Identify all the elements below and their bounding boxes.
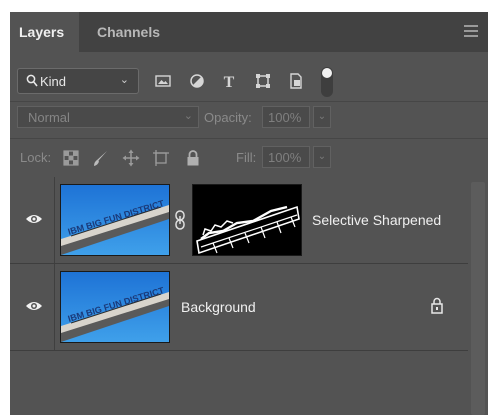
- layer-row[interactable]: IBM BIG FUN DISTRICT Background: [10, 264, 468, 350]
- layer-name[interactable]: Selective Sharpened: [312, 212, 441, 228]
- lock-position-icon[interactable]: [122, 149, 140, 167]
- panel-tab-bar: Layers Channels: [10, 12, 488, 52]
- layer-thumbnail[interactable]: IBM BIG FUN DISTRICT: [60, 271, 170, 343]
- lock-label: Lock:: [20, 150, 52, 165]
- search-icon: [26, 74, 38, 87]
- filter-toggle-icon[interactable]: [321, 67, 333, 97]
- blend-row: Normal ⌄ Opacity: 100% ⌄: [10, 105, 488, 133]
- fill-field[interactable]: 100%: [262, 146, 310, 168]
- layer-filter-row: Kind ⌄ T: [10, 65, 488, 101]
- scrollbar-thumb[interactable]: [471, 182, 485, 415]
- divider: [10, 350, 468, 351]
- blend-mode-select[interactable]: Normal ⌄: [17, 106, 199, 128]
- adjustment-filter-icon[interactable]: [189, 73, 205, 89]
- layers-panel: Layers Channels Kind ⌄ T Normal ⌄ Opacit…: [10, 12, 488, 415]
- mask-link-chain-icon[interactable]: [173, 210, 187, 230]
- divider: [10, 138, 488, 139]
- lock-artboard-icon[interactable]: [152, 149, 170, 167]
- opacity-label: Opacity:: [204, 110, 252, 125]
- divider: [54, 177, 55, 263]
- chevron-down-icon: ⌄: [119, 74, 129, 86]
- layers-list: IBM BIG FUN DISTRICT Selective Sharpened…: [10, 177, 468, 415]
- divider: [54, 264, 55, 350]
- opacity-field[interactable]: 100%: [262, 106, 310, 128]
- image-filter-icon[interactable]: [155, 73, 171, 89]
- filter-kind-label: Kind: [40, 74, 67, 89]
- lock-image-pixels-icon[interactable]: [92, 149, 110, 167]
- lock-all-icon[interactable]: [184, 149, 202, 167]
- blend-mode-value: Normal: [28, 110, 70, 125]
- svg-text:T: T: [224, 74, 235, 89]
- panel-menu-icon[interactable]: [464, 25, 478, 37]
- filter-kind-select[interactable]: Kind ⌄: [17, 68, 139, 94]
- eye-icon[interactable]: [25, 212, 43, 226]
- layer-thumbnail[interactable]: IBM BIG FUN DISTRICT: [60, 184, 170, 256]
- tab-layers[interactable]: Layers: [10, 12, 79, 52]
- divider: [10, 101, 488, 102]
- chevron-down-icon: ⌄: [183, 110, 193, 122]
- layer-row[interactable]: IBM BIG FUN DISTRICT Selective Sharpened: [10, 177, 468, 263]
- opacity-dropdown-button[interactable]: ⌄: [313, 106, 331, 128]
- smart-object-filter-icon[interactable]: [288, 73, 304, 89]
- fill-label: Fill:: [236, 150, 257, 165]
- layer-name[interactable]: Background: [181, 299, 256, 315]
- shape-filter-icon[interactable]: [255, 73, 271, 89]
- layer-mask-thumbnail[interactable]: [192, 184, 302, 256]
- tab-channels[interactable]: Channels: [85, 12, 172, 52]
- lock-row: Lock: Fill: 100% ⌄: [10, 145, 488, 173]
- lock-icon: [431, 297, 443, 314]
- lock-transparent-pixels-icon[interactable]: [62, 149, 80, 167]
- fill-dropdown-button[interactable]: ⌄: [313, 146, 331, 168]
- eye-icon[interactable]: [25, 299, 43, 313]
- type-filter-icon[interactable]: T: [221, 73, 237, 89]
